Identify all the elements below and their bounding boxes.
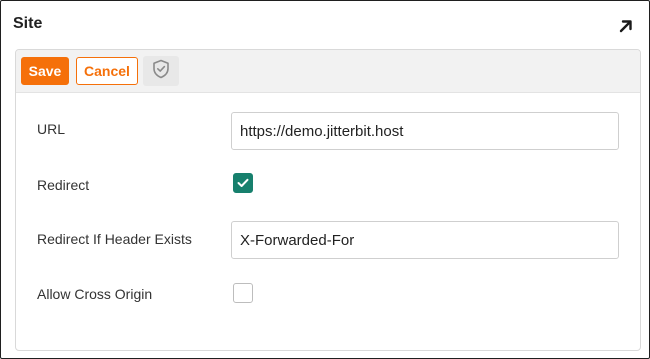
shield-button[interactable]	[143, 56, 179, 86]
redirect-header-input[interactable]	[231, 221, 619, 259]
site-form-card: Save Cancel URL Redirect Redirect If Hea…	[15, 49, 641, 351]
shield-check-icon	[152, 59, 170, 84]
allow-cross-origin-checkbox[interactable]	[233, 283, 253, 303]
redirect-label: Redirect	[37, 177, 90, 193]
redirect-header-label: Redirect If Header Exists	[37, 231, 192, 247]
checkmark-icon	[237, 178, 249, 187]
save-button[interactable]: Save	[21, 57, 69, 85]
url-input[interactable]	[231, 112, 619, 150]
arrow-up-right-icon[interactable]	[617, 17, 635, 35]
allow-cross-origin-label: Allow Cross Origin	[37, 286, 153, 302]
form-toolbar: Save Cancel	[16, 50, 640, 93]
cancel-button[interactable]: Cancel	[76, 57, 138, 85]
site-panel: Site Save Cancel URL Redirect	[0, 0, 650, 359]
url-label: URL	[37, 121, 66, 137]
redirect-checkbox[interactable]	[233, 173, 253, 193]
panel-title: Site	[13, 15, 43, 32]
